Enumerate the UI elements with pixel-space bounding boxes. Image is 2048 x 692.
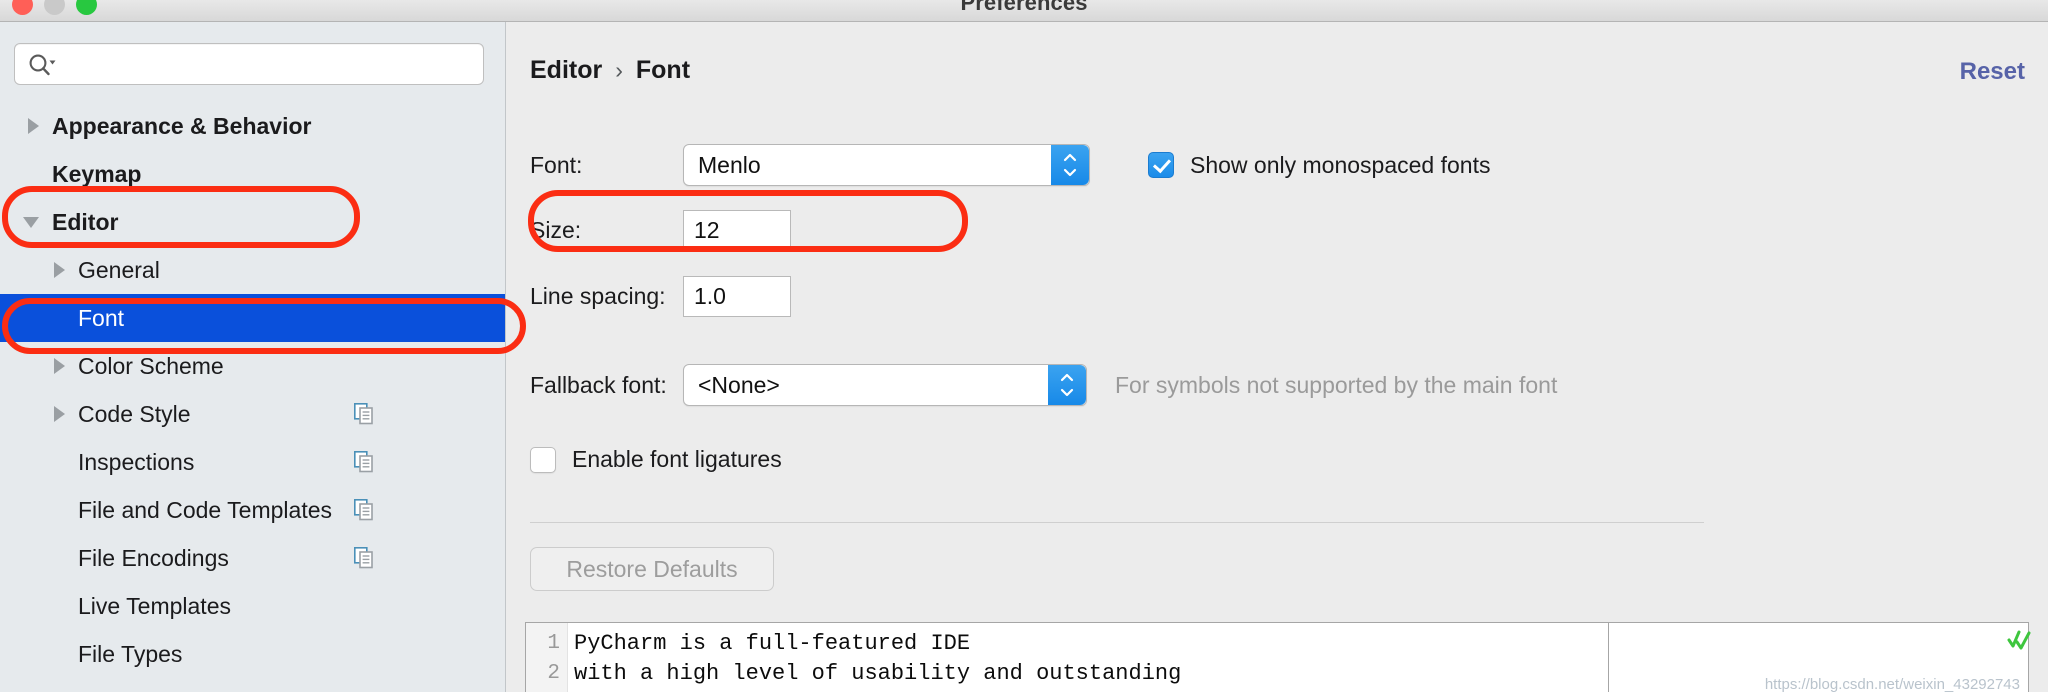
sidebar-item-live-templates[interactable]: Live Templates [0, 582, 505, 630]
watermark-text: https://blog.csdn.net/weixin_43292743 [1764, 676, 2020, 692]
line-spacing-label: Line spacing: [530, 283, 666, 309]
copy-settings-icon [354, 499, 374, 521]
line-spacing-input[interactable] [683, 276, 791, 317]
sidebar-item-label: Color Scheme [78, 352, 224, 379]
sidebar-item-editor[interactable]: Editor [0, 198, 505, 246]
sidebar-item-inspections[interactable]: Inspections [0, 438, 505, 486]
font-label: Font: [530, 151, 583, 178]
font-family-combobox[interactable]: Menlo [683, 144, 1090, 186]
preview-line-number-gutter: 1 2 3 [526, 623, 568, 692]
sidebar-item-label: Inspections [78, 448, 195, 475]
enable-ligatures-label: Enable font ligatures [572, 446, 782, 472]
fallback-font-value: <None> [698, 371, 780, 398]
sidebar-item-label: Keymap [52, 160, 142, 187]
copy-settings-icon [354, 451, 374, 473]
sidebar-item-label: File and Code Templates [78, 496, 332, 523]
preferences-window: Preferences Appearance & Behavior Keymap… [0, 0, 2048, 692]
restore-defaults-button[interactable]: Restore Defaults [530, 547, 774, 591]
sidebar-item-keymap[interactable]: Keymap [0, 150, 505, 198]
enable-ligatures-checkbox[interactable] [530, 446, 556, 473]
font-family-stepper-icon[interactable] [1051, 145, 1089, 185]
sidebar-item-file-types[interactable]: File Types [0, 630, 505, 678]
copy-settings-icon [354, 547, 374, 569]
show-monospaced-label: Show only monospaced fonts [1190, 151, 1491, 178]
search-box[interactable] [14, 43, 484, 86]
chevron-right-icon[interactable] [48, 355, 70, 377]
size-label: Size: [530, 217, 582, 243]
chevron-right-icon[interactable] [22, 115, 44, 137]
ligatures-row: Enable font ligatures [530, 446, 782, 473]
chevron-right-icon[interactable] [48, 259, 70, 281]
sidebar-item-label: Editor [52, 208, 119, 235]
sidebar-item-code-style[interactable]: Code Style [0, 390, 505, 438]
preview-line: PyCharm is a full-featured IDE [574, 631, 971, 656]
fallback-font-hint: For symbols not supported by the main fo… [1115, 371, 1558, 398]
sidebar-item-label: Appearance & Behavior [52, 112, 312, 139]
sidebar-item-color-scheme[interactable]: Color Scheme [0, 342, 505, 390]
sidebar-item-label: Font [78, 304, 125, 331]
settings-tree: Appearance & Behavior Keymap Editor Gene… [0, 102, 505, 678]
window-title: Preferences [960, 0, 1088, 15]
font-family-value: Menlo [698, 151, 761, 178]
sidebar-item-label: File Encodings [78, 544, 229, 571]
sidebar-item-general[interactable]: General [0, 246, 505, 294]
preview-pane-divider [1608, 622, 1609, 692]
fallback-font-combobox[interactable]: <None> [683, 364, 1087, 406]
section-divider [530, 522, 1704, 523]
window-titlebar: Preferences [0, 0, 2048, 22]
sidebar-item-label: Code Style [78, 400, 191, 427]
fallback-font-label: Fallback font: [530, 371, 667, 398]
show-monospaced-checkbox[interactable] [1148, 152, 1174, 178]
sidebar-search[interactable] [14, 43, 484, 86]
line-number: 2 [547, 662, 560, 685]
chevron-right-icon[interactable] [48, 403, 70, 425]
sidebar-item-file-and-code-templates[interactable]: File and Code Templates [0, 486, 505, 534]
sidebar-item-label: Live Templates [78, 592, 231, 619]
line-number: 1 [547, 632, 560, 655]
fallback-font-stepper-icon[interactable] [1048, 365, 1086, 405]
font-size-input[interactable] [683, 210, 791, 251]
sidebar-item-font[interactable]: Font [0, 294, 505, 342]
chevron-down-icon[interactable] [22, 211, 44, 233]
settings-content-pane: Editor › Font Reset Font: Menlo Show onl… [507, 22, 2048, 692]
sidebar-item-label: File Types [78, 640, 183, 667]
inspection-ok-icon [2006, 628, 2032, 654]
line-spacing-row: Line spacing: [530, 276, 791, 317]
copy-settings-icon [354, 403, 374, 425]
sidebar-item-file-encodings[interactable]: File Encodings [0, 534, 505, 582]
search-input[interactable] [61, 44, 475, 86]
font-row: Font: Menlo Show only monospaced fonts [530, 144, 1490, 186]
fallback-font-row: Fallback font: <None> For symbols not su… [530, 364, 1557, 406]
sidebar-item-label: General [78, 256, 160, 283]
font-settings-form: Font: Menlo Show only monospaced fonts S… [507, 22, 2048, 692]
settings-sidebar: Appearance & Behavior Keymap Editor Gene… [0, 22, 506, 692]
size-row: Size: [530, 210, 791, 251]
sidebar-item-appearance-behavior[interactable]: Appearance & Behavior [0, 102, 505, 150]
search-icon [28, 53, 56, 77]
